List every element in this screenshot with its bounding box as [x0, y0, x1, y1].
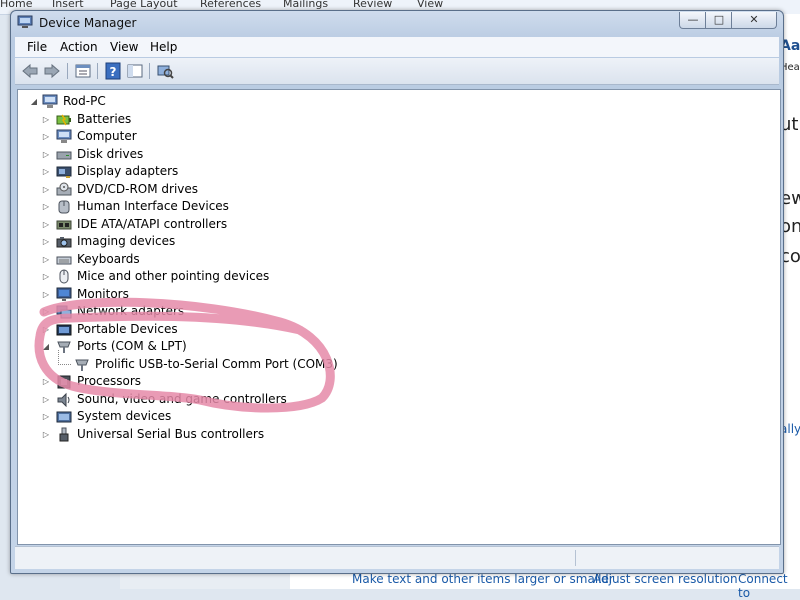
expand-arrow-icon[interactable]: ▷	[42, 198, 50, 215]
category-label: Universal Serial Bus controllers	[77, 426, 265, 441]
speaker-icon	[57, 392, 70, 407]
maximize-button[interactable]: □	[705, 12, 733, 29]
forward-arrow-icon[interactable]	[43, 62, 61, 80]
minimize-button[interactable]: —	[679, 12, 707, 29]
mouse-icon	[59, 269, 69, 284]
category-label: Keyboards	[77, 251, 140, 266]
close-button[interactable]: ✕	[731, 12, 777, 29]
expand-arrow-icon[interactable]: ▷	[42, 251, 50, 268]
expand-arrow-icon[interactable]: ▷	[42, 216, 50, 233]
ribbon-tab-insert[interactable]: Insert	[52, 0, 84, 10]
menu-action[interactable]: Action	[60, 40, 98, 54]
expand-arrow-icon[interactable]: ▷	[42, 321, 50, 338]
category-label: Computer	[77, 129, 137, 143]
toolbar-separator	[67, 63, 68, 79]
console-tree-icon[interactable]	[126, 62, 144, 80]
link-make-text-larger[interactable]: Make text and other items larger or smal…	[352, 572, 614, 586]
expand-arrow-icon[interactable]: ▷	[42, 233, 50, 250]
toolbar-separator	[97, 63, 98, 79]
network-adapter-icon	[56, 305, 72, 319]
monitor-icon	[56, 287, 72, 301]
category-label: Display adapters	[77, 164, 179, 178]
title-bar[interactable]: Device Manager — □ ✕	[11, 11, 783, 35]
expand-arrow-icon[interactable]: ▷	[42, 111, 50, 128]
system-device-icon	[56, 411, 72, 423]
expand-arrow-icon[interactable]: ▷	[42, 268, 50, 285]
tree-connector	[58, 349, 71, 365]
processor-icon	[57, 375, 71, 389]
usb-icon	[59, 427, 69, 441]
ribbon-tab-home[interactable]: Home	[0, 0, 32, 10]
device-manager-window: Device Manager — □ ✕ File Action View He…	[10, 10, 784, 574]
category-label: System devices	[77, 409, 172, 423]
status-panel	[575, 550, 776, 566]
camera-icon	[56, 237, 72, 248]
scan-hardware-icon[interactable]	[156, 62, 174, 80]
hid-icon	[58, 200, 70, 214]
expand-arrow-icon[interactable]: ▷	[42, 181, 50, 198]
display-adapter-icon	[56, 166, 72, 178]
toolbar-separator	[149, 63, 150, 79]
expand-arrow-icon[interactable]: ▷	[42, 146, 50, 163]
category-label: Portable Devices	[77, 321, 178, 336]
ribbon-tab-page-layout[interactable]: Page Layout	[110, 0, 178, 10]
keyboard-icon	[56, 256, 72, 264]
link-connect-to[interactable]: Connect to	[738, 572, 800, 600]
computer-icon	[56, 129, 72, 143]
ribbon-tab-view[interactable]: View	[417, 0, 443, 10]
disk-drive-icon	[56, 151, 72, 159]
category-label: Sound, video and game controllers	[77, 391, 287, 406]
menu-help[interactable]: Help	[150, 40, 177, 54]
help-icon[interactable]: ?	[104, 62, 122, 80]
svg-text:?: ?	[110, 65, 117, 79]
window-title: Device Manager	[39, 16, 137, 30]
category-label: Processors	[77, 374, 142, 388]
expand-arrow-icon[interactable]: ▷	[42, 303, 50, 320]
expand-arrow-icon[interactable]: ▷	[42, 128, 50, 145]
ribbon-tab-references[interactable]: References	[200, 0, 261, 10]
category-label: Network adapters	[77, 304, 185, 318]
collapse-arrow-icon[interactable]: ◢	[30, 93, 38, 110]
status-bar	[15, 546, 779, 569]
device-tree[interactable]: ◢ Rod-PC ▷ Batteries ▷ Computer ▷ Disk drives…	[17, 89, 781, 545]
category-label: IDE ATA/ATAPI controllers	[77, 216, 228, 231]
category-label: Human Interface Devices	[77, 199, 229, 213]
category-label: Mice and other pointing devices	[77, 269, 270, 283]
expand-arrow-icon[interactable]: ▷	[42, 408, 50, 425]
properties-list-icon[interactable]	[74, 62, 92, 80]
port-icon	[75, 359, 89, 371]
portable-device-icon	[56, 324, 72, 335]
expand-arrow-icon[interactable]: ▷	[42, 373, 50, 390]
link-adjust-resolution[interactable]: Adjust screen resolution	[593, 572, 738, 586]
category-label: Disk drives	[77, 146, 144, 161]
expand-arrow-icon[interactable]: ▷	[42, 286, 50, 303]
ribbon-tab-review[interactable]: Review	[353, 0, 392, 10]
menu-file[interactable]: File	[27, 40, 47, 54]
expand-arrow-icon[interactable]: ▷	[42, 391, 50, 408]
category-label: Ports (COM & LPT)	[77, 339, 187, 353]
category-label: Batteries	[77, 111, 132, 126]
device-manager-app-icon	[17, 15, 33, 28]
computer-name: Rod-PC	[63, 94, 106, 108]
expand-arrow-icon[interactable]: ▷	[42, 163, 50, 180]
menu-bar: File Action View Help	[15, 37, 779, 57]
computer-icon	[42, 94, 58, 108]
category-label: Imaging devices	[77, 234, 176, 248]
menu-view[interactable]: View	[110, 40, 138, 54]
category-label: Monitors	[77, 286, 129, 301]
category-label: DVD/CD-ROM drives	[77, 181, 199, 196]
ide-controller-icon	[56, 220, 72, 229]
back-arrow-icon[interactable]	[21, 62, 39, 80]
expand-arrow-icon[interactable]: ▷	[42, 426, 50, 443]
collapse-arrow-icon[interactable]: ◢	[42, 338, 50, 355]
device-label: Prolific USB-to-Serial Comm Port (COM3)	[95, 356, 338, 371]
battery-icon	[56, 114, 71, 125]
toolbar: ?	[15, 58, 779, 85]
ribbon-tab-mailings[interactable]: Mailings	[283, 0, 328, 10]
dvd-drive-icon	[56, 182, 72, 195]
